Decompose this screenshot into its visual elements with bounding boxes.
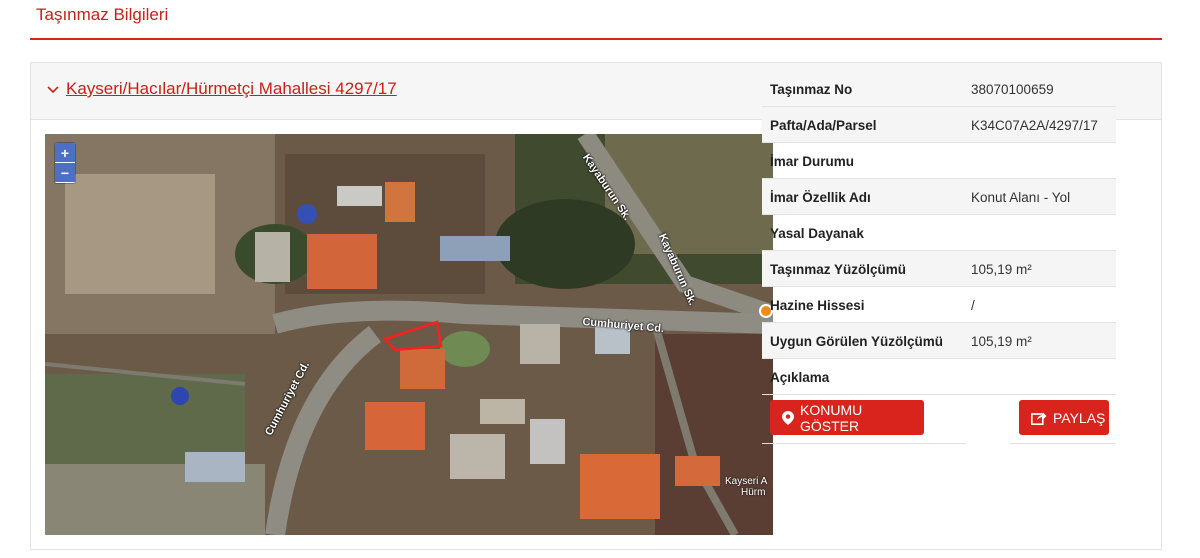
zoom-controls: + − <box>55 143 75 183</box>
watermark-line: Hürm <box>741 487 766 498</box>
row-label: Taşınmaz No <box>770 82 853 97</box>
share-label: PAYLAŞ <box>1053 409 1106 426</box>
table-row: İmar Durumu <box>762 143 1116 179</box>
show-location-button[interactable]: KONUMU GÖSTER <box>770 400 924 435</box>
table-row: Açıklama <box>762 359 1116 395</box>
row-label: İmar Durumu <box>770 154 855 169</box>
zoom-out-button[interactable]: − <box>55 163 75 183</box>
row-label: Taşınmaz Yüzölçümü <box>770 262 907 277</box>
row-value: Konut Alanı - Yol <box>971 190 1071 205</box>
table-row: Taşınmaz No 38070100659 <box>762 71 1116 107</box>
row-value: 105,19 m² <box>971 334 1032 349</box>
row-label: Açıklama <box>770 370 830 385</box>
table-row: İmar Özellik Adı Konut Alanı - Yol <box>762 179 1116 215</box>
row-value: 105,19 m² <box>971 262 1032 277</box>
row-value: 38070100659 <box>971 82 1054 97</box>
table-row: Hazine Hissesi / <box>762 287 1116 323</box>
row-label: Hazine Hissesi <box>770 298 865 313</box>
table-row: Uygun Görülen Yüzölçümü 105,19 m² <box>762 323 1116 359</box>
row-label: İmar Özellik Adı <box>770 190 871 205</box>
page-title: Taşınmaz Bilgileri <box>36 5 169 24</box>
table-row: Taşınmaz Yüzölçümü 105,19 m² <box>762 251 1116 287</box>
row-value: / <box>971 298 975 313</box>
row-label: Uygun Görülen Yüzölçümü <box>770 334 944 349</box>
map-marker-icon <box>782 410 794 425</box>
show-location-label: KONUMU GÖSTER <box>800 401 863 434</box>
table-row: Pafta/Ada/Parsel K34C07A2A/4297/17 <box>762 107 1116 143</box>
property-title-link[interactable]: Kayseri/Hacılar/Hürmetçi Mahallesi 4297/… <box>66 79 397 99</box>
map-imagery <box>45 134 773 535</box>
row-label: Pafta/Ada/Parsel <box>770 118 877 133</box>
table-row: Yasal Dayanak <box>762 215 1116 251</box>
map-watermark: Kayseri A Hürm <box>725 476 767 498</box>
zoom-in-button[interactable]: + <box>55 143 75 163</box>
share-button[interactable]: PAYLAŞ <box>1019 400 1109 435</box>
divider <box>1010 443 1116 444</box>
share-icon <box>1031 412 1047 425</box>
row-value: K34C07A2A/4297/17 <box>971 118 1098 133</box>
divider <box>762 443 966 444</box>
row-label: Yasal Dayanak <box>770 226 864 241</box>
chevron-down-icon[interactable] <box>45 81 61 97</box>
watermark-line: Kayseri A <box>725 476 768 487</box>
satellite-map[interactable]: + − Kayaburun Sk. Kayaburun Sk. Cumhuriy… <box>45 134 773 535</box>
property-info-table: Taşınmaz No 38070100659 Pafta/Ada/Parsel K… <box>762 71 1116 395</box>
page-header: Taşınmaz Bilgileri <box>30 0 1162 40</box>
